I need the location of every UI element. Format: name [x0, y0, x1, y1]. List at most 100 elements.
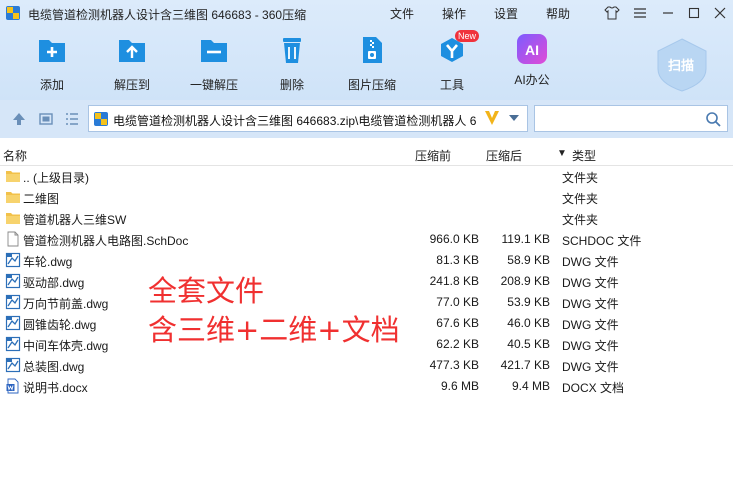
list-view-icon[interactable] [64, 111, 80, 127]
file-type: DWG 文件 [562, 255, 619, 269]
file-name: 万向节前盖.dwg [23, 297, 109, 311]
file-type: DOCX 文档 [562, 381, 625, 395]
menu-operate[interactable]: 操作 [442, 5, 466, 22]
dwg-file-icon [5, 357, 21, 373]
file-name: 中间车体壳.dwg [23, 339, 109, 353]
new-badge: New [455, 30, 480, 42]
window-title: 电缆管道检测机器人设计含三维图 646683 - 360压缩 [28, 8, 307, 22]
search-icon[interactable] [705, 111, 721, 127]
file-compressed-size: 58.9 KB [507, 253, 550, 267]
column-compressed[interactable]: 压缩后 [486, 147, 522, 164]
dwg-file-icon [5, 273, 21, 289]
file-type: 文件夹 [562, 213, 599, 227]
ai-icon-text: AI [525, 42, 539, 58]
extract-to-button[interactable]: 解压到 [100, 34, 164, 94]
path-text: 电缆管道检测机器人设计含三维图 646683.zip\电缆管道检测机器人 6 [113, 114, 477, 128]
one-click-extract-button[interactable]: 一键解压 [182, 34, 246, 94]
folder-icon [5, 189, 21, 205]
menu-help[interactable]: 帮助 [546, 5, 570, 22]
file-row[interactable]: 驱动部.dwg 241.8 KB 208.9 KB DWG 文件 [0, 271, 733, 292]
sort-arrow-icon[interactable]: ▼ [557, 148, 567, 159]
scan-button[interactable]: 扫描 [654, 37, 710, 93]
scan-label: 扫描 [668, 58, 695, 73]
file-name: 圆锥齿轮.dwg [23, 318, 97, 332]
folder-icon [5, 168, 21, 184]
file-name: 说明书.docx [23, 381, 88, 395]
file-type: DWG 文件 [562, 360, 619, 374]
search-field[interactable] [534, 105, 728, 132]
image-compress-button[interactable]: 图片压缩 [340, 34, 404, 94]
app-logo-icon [6, 6, 20, 20]
dwg-file-icon [5, 315, 21, 331]
file-row[interactable]: 管道检测机器人电路图.SchDoc 966.0 KB 119.1 KB SCHDOC … [0, 229, 733, 250]
file-type: DWG 文件 [562, 318, 619, 332]
checkmark-v-icon[interactable] [484, 109, 500, 127]
add-button[interactable]: 添加 [20, 34, 84, 94]
file-type: DWG 文件 [562, 297, 619, 311]
view-mode-icon[interactable] [38, 111, 54, 127]
file-name: 二维图 [23, 192, 60, 206]
file-type: DWG 文件 [562, 276, 619, 290]
ai-office-icon: AI [517, 34, 547, 64]
column-size[interactable]: 压缩前 [415, 147, 451, 164]
file-name: 管道机器人三维SW [23, 213, 127, 227]
up-arrow-icon[interactable] [11, 111, 27, 127]
skin-icon[interactable] [602, 4, 622, 22]
file-size: 241.8 KB [429, 274, 479, 288]
tools-button[interactable]: 工具 New [420, 30, 484, 94]
add-label: 添加 [39, 78, 64, 92]
word-doc-icon [5, 378, 21, 394]
minimize-icon[interactable] [658, 4, 678, 22]
document-icon [5, 231, 21, 247]
path-field[interactable]: 电缆管道检测机器人设计含三维图 646683.zip\电缆管道检测机器人 6 [88, 105, 528, 132]
zip-file-icon [94, 112, 108, 126]
file-name: 总装图.dwg [23, 360, 85, 374]
file-row[interactable]: 车轮.dwg 81.3 KB 58.9 KB DWG 文件 [0, 250, 733, 271]
close-icon[interactable] [710, 4, 730, 22]
delete-label: 删除 [279, 78, 304, 92]
file-size: 966.0 KB [429, 232, 479, 246]
delete-button[interactable]: 删除 [260, 34, 324, 94]
file-row[interactable]: 总装图.dwg 477.3 KB 421.7 KB DWG 文件 [0, 355, 733, 376]
file-compressed-size: 53.9 KB [507, 295, 550, 309]
zip-archive-icon [363, 37, 382, 63]
file-list-header: 名称 压缩前 压缩后 ▼ 类型 [0, 143, 733, 166]
file-size: 62.2 KB [436, 337, 479, 351]
file-compressed-size: 421.7 KB [500, 358, 550, 372]
search-input[interactable] [537, 108, 701, 131]
menu-lines-icon[interactable] [630, 4, 650, 22]
folder-icon [5, 210, 21, 226]
path-dropdown-icon[interactable] [509, 115, 519, 121]
column-name[interactable]: 名称 [3, 147, 27, 164]
file-type: SCHDOC 文件 [562, 234, 642, 248]
file-compressed-size: 208.9 KB [500, 274, 550, 288]
menu-settings[interactable]: 设置 [494, 5, 518, 22]
add-icon [39, 40, 65, 62]
file-compressed-size: 40.5 KB [507, 337, 550, 351]
file-compressed-size: 46.0 KB [507, 316, 550, 330]
file-size: 77.0 KB [436, 295, 479, 309]
image-compress-label: 图片压缩 [347, 78, 396, 92]
column-type[interactable]: 类型 [572, 147, 596, 164]
one-click-label: 一键解压 [189, 78, 238, 92]
file-size: 9.6 MB [440, 379, 479, 393]
file-row[interactable]: 说明书.docx 9.6 MB 9.4 MB DOCX 文档 [0, 376, 733, 397]
file-size: 81.3 KB [436, 253, 479, 267]
file-row[interactable]: .. (上级目录) 文件夹 [0, 166, 733, 187]
dwg-file-icon [5, 336, 21, 352]
promo-text-line2: 含三维+二维+文档 [148, 313, 400, 347]
file-row[interactable]: 管道机器人三维SW 文件夹 [0, 208, 733, 229]
file-size: 67.6 KB [436, 316, 479, 330]
trash-icon [283, 38, 301, 63]
file-name: .. (上级目录) [23, 171, 89, 185]
one-click-extract-icon [201, 40, 227, 62]
file-name: 车轮.dwg [23, 255, 73, 269]
file-type: DWG 文件 [562, 339, 619, 353]
file-row[interactable]: 二维图 文件夹 [0, 187, 733, 208]
extract-icon [119, 40, 145, 62]
maximize-icon[interactable] [684, 4, 704, 22]
menu-file[interactable]: 文件 [390, 5, 414, 22]
ai-office-button[interactable]: AI AI办公 [500, 34, 564, 94]
file-type: 文件夹 [562, 171, 599, 185]
title-bar: 电缆管道检测机器人设计含三维图 646683 - 360压缩 文件 操作 设置 … [0, 0, 733, 26]
